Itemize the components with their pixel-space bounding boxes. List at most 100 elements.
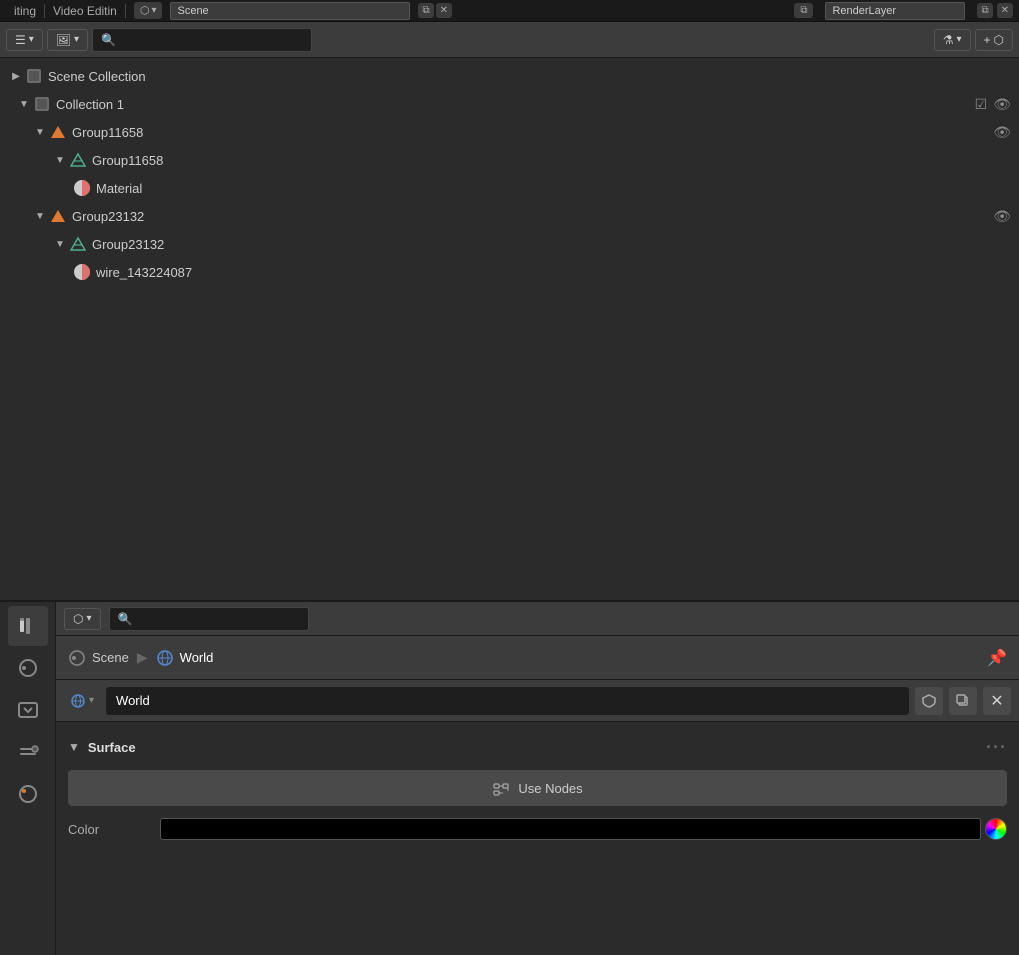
surface-header[interactable]: ▼ Surface ···: [56, 730, 1019, 764]
group11658-actions: 👁: [993, 124, 1011, 141]
use-nodes-label: Use Nodes: [518, 781, 582, 796]
color-row: Color: [56, 812, 1019, 846]
render-layer-close-btn[interactable]: ✕: [997, 3, 1013, 18]
collection1-check[interactable]: ☑: [975, 96, 988, 113]
world-type-btn[interactable]: ▾: [64, 689, 100, 713]
world-close-btn[interactable]: ✕: [983, 687, 1011, 715]
view-layer-dropdown[interactable]: ⧉: [794, 3, 813, 18]
display-mode-dropdown[interactable]: 🖼 ▾: [47, 29, 88, 51]
header-divider-2: [125, 4, 126, 18]
add-collection-icon: +: [984, 33, 991, 47]
breadcrumb-world[interactable]: World: [156, 649, 214, 667]
props-toolbar: ⬡ ▾ 🔍: [56, 602, 1019, 636]
render-layer-new-btn[interactable]: ⧉: [977, 3, 992, 18]
material-label: Material: [96, 181, 1011, 196]
scene-props-icon[interactable]: [8, 648, 48, 688]
image-icon: 🖼: [56, 33, 71, 47]
outliner-tree: ▶ Scene Collection ▼ Collection 1 ☑: [0, 58, 1019, 600]
shield-icon: [922, 694, 936, 708]
color-swatch[interactable]: [160, 818, 981, 840]
props-mode-icon: ⬡: [73, 612, 83, 626]
group11658-child-row[interactable]: ▼ Group11658: [0, 146, 1019, 174]
view-layer-props-icon[interactable]: [8, 732, 48, 772]
tools-sidebar-icon[interactable]: [8, 606, 48, 646]
dropdown-icon: ⬡: [140, 4, 150, 17]
mode-arrow: ▾: [29, 34, 34, 45]
world-type-icon: [70, 693, 86, 709]
color-label: Color: [68, 822, 148, 837]
group11658-child-label: Group11658: [92, 153, 1011, 168]
render-layer-input[interactable]: [825, 2, 965, 20]
props-search-input[interactable]: [138, 612, 299, 626]
world-name-input[interactable]: [106, 687, 909, 715]
filter-btn[interactable]: ⚗ ▾: [934, 29, 971, 51]
group11658-eye[interactable]: 👁: [993, 124, 1011, 141]
group23132-child-label: Group23132: [92, 237, 1011, 252]
outliner-search-container: 🔍: [92, 28, 312, 52]
video-editing-tab[interactable]: Video Editin: [45, 2, 125, 20]
outliner-search-input[interactable]: [122, 33, 303, 47]
outliner-toolbar-right: ⚗ ▾ + ⬡: [934, 29, 1013, 51]
breadcrumb-scene[interactable]: Scene: [68, 649, 129, 667]
group23132-icon: [48, 206, 68, 226]
world-shield-btn[interactable]: [915, 687, 943, 715]
output-props-icon[interactable]: [8, 690, 48, 730]
outliner-mode-dropdown[interactable]: ☰ ▾: [6, 29, 43, 51]
header-right: ⧉ ⧉ ✕: [794, 2, 1013, 20]
breadcrumb-separator: ▶: [137, 649, 148, 666]
group23132-actions: 👁: [993, 208, 1011, 225]
wire-material-label: wire_143224087: [96, 265, 1011, 280]
group23132-child-arrow: ▼: [52, 239, 68, 250]
collection-icon-small: ⬡: [994, 33, 1004, 47]
collection1-icon: [32, 94, 52, 114]
collection1-label: Collection 1: [56, 97, 975, 112]
scene-name-input[interactable]: [170, 2, 410, 20]
close-icon: ✕: [440, 5, 448, 16]
group11658-arrow: ▼: [32, 127, 48, 138]
editor-type-dropdown[interactable]: ⬡ ▾: [134, 2, 163, 19]
group23132-row[interactable]: ▼ Group23132 👁: [0, 202, 1019, 230]
collection1-eye[interactable]: 👁: [993, 96, 1011, 113]
world-type-arrow: ▾: [89, 695, 94, 706]
world-props-icon[interactable]: [8, 774, 48, 814]
breadcrumb: Scene ▶ World 📌: [56, 636, 1019, 680]
use-nodes-button[interactable]: Use Nodes: [68, 770, 1007, 806]
nodes-icon: [492, 779, 510, 797]
filter-arrow: ▾: [956, 34, 961, 45]
scene-collection-row[interactable]: ▶ Scene Collection: [0, 62, 1019, 90]
group11658-child-icon: [68, 150, 88, 170]
color-field[interactable]: [160, 818, 1007, 840]
group11658-row[interactable]: ▼ Group11658 👁: [0, 118, 1019, 146]
world-close-icon: ✕: [990, 691, 1003, 711]
breadcrumb-scene-label: Scene: [92, 650, 129, 665]
world-copy-btn[interactable]: [949, 687, 977, 715]
props-mode-dropdown[interactable]: ⬡ ▾: [64, 608, 101, 630]
list-icon: ☰: [15, 33, 26, 47]
top-header-bar: iting Video Editin ⬡ ▾ ⧉ ✕ ⧉ ⧉ ✕: [0, 0, 1019, 22]
collection1-arrow: ▼: [16, 99, 32, 110]
group23132-child-row[interactable]: ▼ Group23132: [0, 230, 1019, 258]
group23132-eye[interactable]: 👁: [993, 208, 1011, 225]
search-icon: 🔍: [101, 33, 116, 47]
material-row[interactable]: Material: [0, 174, 1019, 202]
copy-icon: [956, 694, 970, 708]
props-mode-arrow: ▾: [86, 613, 91, 624]
scene-new-btn[interactable]: ⧉: [418, 3, 433, 18]
color-circle[interactable]: [985, 818, 1007, 840]
world-selector-row: ▾ ✕: [56, 680, 1019, 722]
wire-material-row[interactable]: wire_143224087: [0, 258, 1019, 286]
collection1-actions: ☑ 👁: [975, 96, 1011, 113]
editing-tab[interactable]: iting: [6, 2, 44, 20]
scene-close-btn[interactable]: ✕: [436, 3, 452, 18]
pin-button[interactable]: 📌: [987, 648, 1007, 668]
props-main: ⬡ ▾ 🔍 Scene ▶: [56, 602, 1019, 955]
collection1-row[interactable]: ▼ Collection 1 ☑ 👁: [0, 90, 1019, 118]
group23132-label: Group23132: [72, 209, 993, 224]
group11658-label: Group11658: [72, 125, 993, 140]
props-search-icon: 🔍: [118, 612, 133, 626]
new-collection-btn[interactable]: + ⬡: [975, 29, 1014, 51]
props-sidebar: [0, 602, 56, 955]
render-layer-close-icon: ✕: [1001, 5, 1009, 16]
surface-options-btn[interactable]: ···: [986, 737, 1007, 758]
surface-section: ▼ Surface ··· Use Nodes Color: [56, 722, 1019, 854]
